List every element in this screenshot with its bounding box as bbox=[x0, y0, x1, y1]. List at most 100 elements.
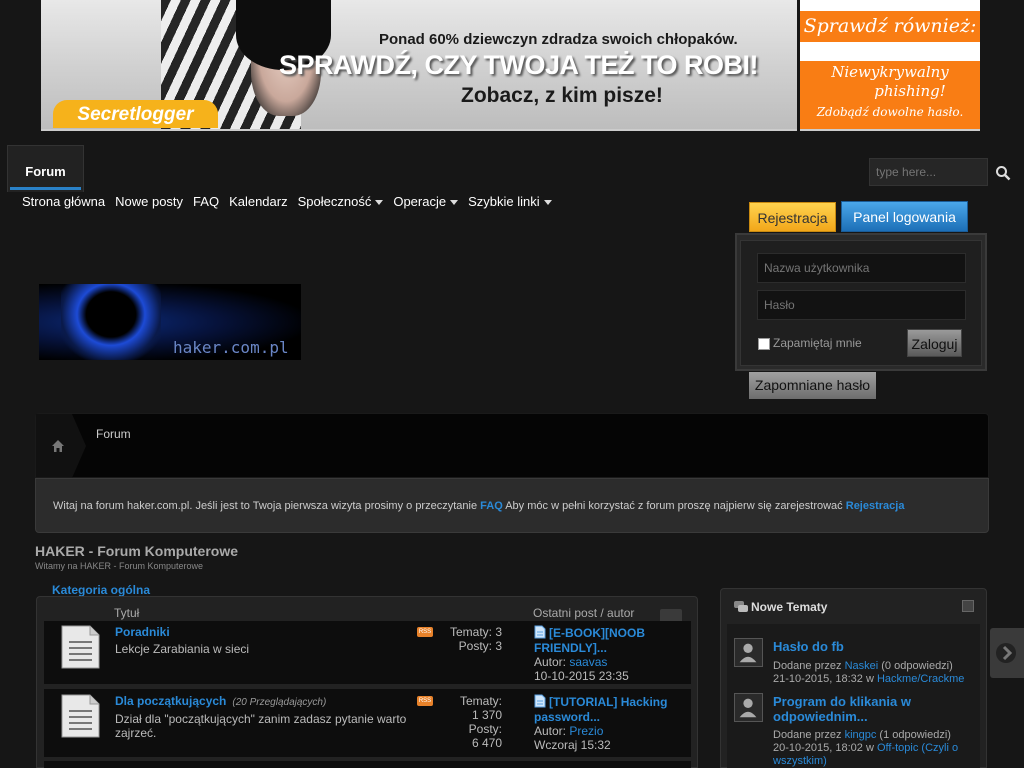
side-ad-line3: Zdobądź dowolne hasło. bbox=[816, 105, 964, 119]
last-post-date: Wczoraj 15:32 bbox=[534, 738, 611, 752]
topics-count: 1 370 bbox=[471, 708, 502, 722]
forum-link[interactable]: Poradniki bbox=[115, 625, 170, 639]
topic-replies: (1 odpowiedzi) bbox=[879, 729, 951, 741]
welcome-text-part2: Aby móc w pełni korzystać z forum proszę… bbox=[505, 500, 843, 512]
topic-user-link[interactable]: Naskei bbox=[845, 660, 879, 672]
forum-link[interactable]: Dla początkujących (20 Przeglądających) bbox=[115, 694, 326, 708]
last-post-author-line: Autor: Prezio bbox=[534, 724, 611, 738]
user-silhouette-icon bbox=[739, 643, 757, 663]
breadcrumb-current: Forum bbox=[96, 427, 131, 441]
search-icon[interactable] bbox=[995, 165, 1011, 181]
new-topic-link[interactable]: Program do klikania w odpowiednim... bbox=[773, 694, 978, 724]
author-label: Autor: bbox=[534, 655, 567, 669]
new-topic-meta: Dodane przez Naskei (0 odpowiedzi) 21-10… bbox=[773, 660, 978, 686]
topic-forum-link[interactable]: Hackme/Crackme bbox=[877, 673, 964, 685]
search-input[interactable] bbox=[869, 158, 988, 186]
posts-count: Posty: 3 bbox=[458, 639, 502, 653]
last-post-link[interactable]: [E-BOOK][NOOB FRIENDLY]... bbox=[534, 625, 684, 656]
ad-banner[interactable]: Ponad 60% dziewczyn zdradza swoich chłop… bbox=[41, 0, 797, 131]
chevron-down-icon bbox=[450, 200, 459, 206]
posts-count: 6 470 bbox=[471, 736, 502, 750]
banner-headline: SPRAWDŹ, CZY TWOJA TEŻ TO ROBI! bbox=[279, 50, 759, 80]
added-by-label: Dodane przez bbox=[773, 729, 842, 741]
nav-home[interactable]: Strona główna bbox=[22, 194, 105, 209]
author-label: Autor: bbox=[534, 724, 567, 738]
login-button[interactable]: Zaloguj bbox=[907, 329, 962, 357]
topic-date: 21-10-2015, 18:32 w bbox=[773, 673, 874, 685]
nav-community-label: Społeczność bbox=[297, 194, 372, 209]
main-nav: Strona główna Nowe posty FAQ Kalendarz S… bbox=[22, 194, 552, 209]
author-link[interactable]: Prezio bbox=[569, 724, 603, 738]
username-field[interactable] bbox=[757, 253, 966, 283]
forum-stats: Tematy: 1 370 Posty: 6 470 bbox=[422, 694, 502, 750]
topics-count: Tematy: 3 bbox=[449, 625, 502, 639]
posts-label: Posty: bbox=[468, 722, 502, 736]
topic-date: 20-10-2015, 18:02 w bbox=[773, 742, 874, 754]
welcome-faq-link[interactable]: FAQ bbox=[480, 500, 503, 512]
chevron-down-icon bbox=[375, 200, 384, 206]
logo-hooded-figure bbox=[61, 284, 161, 360]
remember-me-label: Zapamiętaj mnie bbox=[773, 336, 862, 350]
forgot-password-button[interactable]: Zapomniane hasło bbox=[749, 372, 876, 399]
column-header-title: Tytuł bbox=[114, 606, 140, 620]
nav-calendar[interactable]: Kalendarz bbox=[229, 194, 288, 209]
breadcrumb bbox=[35, 413, 989, 478]
last-post-meta: Autor: saavas 10-10-2015 23:35 bbox=[534, 655, 629, 683]
side-ad-banner[interactable]: Sprawdź również: Niewykrywalny phishing!… bbox=[800, 0, 980, 131]
forum-document-icon bbox=[61, 625, 100, 669]
side-ad-line2: phishing! bbox=[874, 82, 946, 100]
page-subtitle: Witamy na HAKER - Forum Komputerowe bbox=[35, 561, 204, 571]
widget-title: Nowe Tematy bbox=[751, 600, 828, 614]
banner-subheadline: Zobacz, z kim pisze! bbox=[461, 84, 663, 107]
tab-forum[interactable]: Forum bbox=[7, 145, 84, 192]
banner-brand-logo: Secretlogger bbox=[53, 100, 218, 128]
last-post-title: [TUTORIAL] Hacking password... bbox=[534, 695, 668, 724]
logo-text: haker.com.pl bbox=[173, 338, 289, 357]
new-topic-link[interactable]: Hasło do fb bbox=[773, 639, 844, 654]
home-icon[interactable] bbox=[51, 439, 65, 453]
viewers-count: (20 Przeglądających) bbox=[232, 697, 327, 708]
last-post-meta: Autor: Prezio Wczoraj 15:32 bbox=[534, 724, 611, 752]
remember-me-checkbox[interactable] bbox=[758, 338, 770, 350]
forum-link-label: Dla początkujących bbox=[115, 694, 227, 708]
topic-user-link[interactable]: kingpc bbox=[845, 729, 877, 741]
nav-community[interactable]: Społeczność bbox=[298, 194, 384, 209]
last-post-link[interactable]: [TUTORIAL] Hacking password... bbox=[534, 694, 684, 725]
forum-description: Dział dla "początkujących" zanim zadasz … bbox=[115, 712, 407, 740]
banner-headline-small: Ponad 60% dziewczyn zdradza swoich chłop… bbox=[379, 31, 738, 48]
welcome-text: Witaj na forum haker.com.pl. Jeśli jest … bbox=[53, 500, 904, 512]
avatar bbox=[734, 638, 763, 667]
side-ad-body: Niewykrywalny phishing! Zdobądź dowolne … bbox=[800, 61, 980, 129]
new-topic-meta: Dodane przez kingpc (1 odpowiedzi) 20-10… bbox=[773, 729, 978, 768]
welcome-text-part1: Witaj na forum haker.com.pl. Jeśli jest … bbox=[53, 500, 478, 512]
nav-quick-links[interactable]: Szybkie linki bbox=[468, 194, 552, 209]
category-title[interactable]: Kategoria ogólna bbox=[52, 583, 150, 597]
forum-document-icon bbox=[61, 694, 100, 738]
chat-bubbles-icon bbox=[734, 601, 748, 612]
column-header-last-post: Ostatni post / autor bbox=[533, 606, 635, 620]
site-logo[interactable]: haker.com.pl bbox=[39, 284, 301, 360]
user-silhouette-icon bbox=[739, 698, 757, 718]
side-ad-line1: Niewykrywalny bbox=[831, 63, 949, 81]
added-by-label: Dodane przez bbox=[773, 660, 842, 672]
table-row bbox=[44, 761, 691, 768]
topic-replies: (0 odpowiedzi) bbox=[881, 660, 953, 672]
topics-label: Tematy: bbox=[459, 694, 502, 708]
page-title: HAKER - Forum Komputerowe bbox=[35, 543, 238, 559]
widget-collapse-button[interactable] bbox=[962, 600, 974, 612]
chevron-right-icon bbox=[996, 643, 1016, 663]
register-button[interactable]: Rejestracja bbox=[749, 202, 836, 232]
breadcrumb-arrow bbox=[72, 414, 86, 478]
slider-next-button[interactable] bbox=[990, 628, 1024, 678]
chevron-down-icon bbox=[543, 200, 552, 206]
nav-new-posts[interactable]: Nowe posty bbox=[115, 194, 183, 209]
welcome-register-link[interactable]: Rejestracja bbox=[846, 500, 905, 512]
document-icon bbox=[534, 694, 546, 708]
forum-description: Lekcje Zarabiania w sieci bbox=[115, 642, 250, 656]
nav-operations[interactable]: Operacje bbox=[393, 194, 459, 209]
nav-faq[interactable]: FAQ bbox=[193, 194, 219, 209]
author-link[interactable]: saavas bbox=[569, 655, 607, 669]
password-field[interactable] bbox=[757, 290, 966, 320]
login-panel-button[interactable]: Panel logowania bbox=[841, 201, 968, 232]
avatar bbox=[734, 693, 763, 722]
